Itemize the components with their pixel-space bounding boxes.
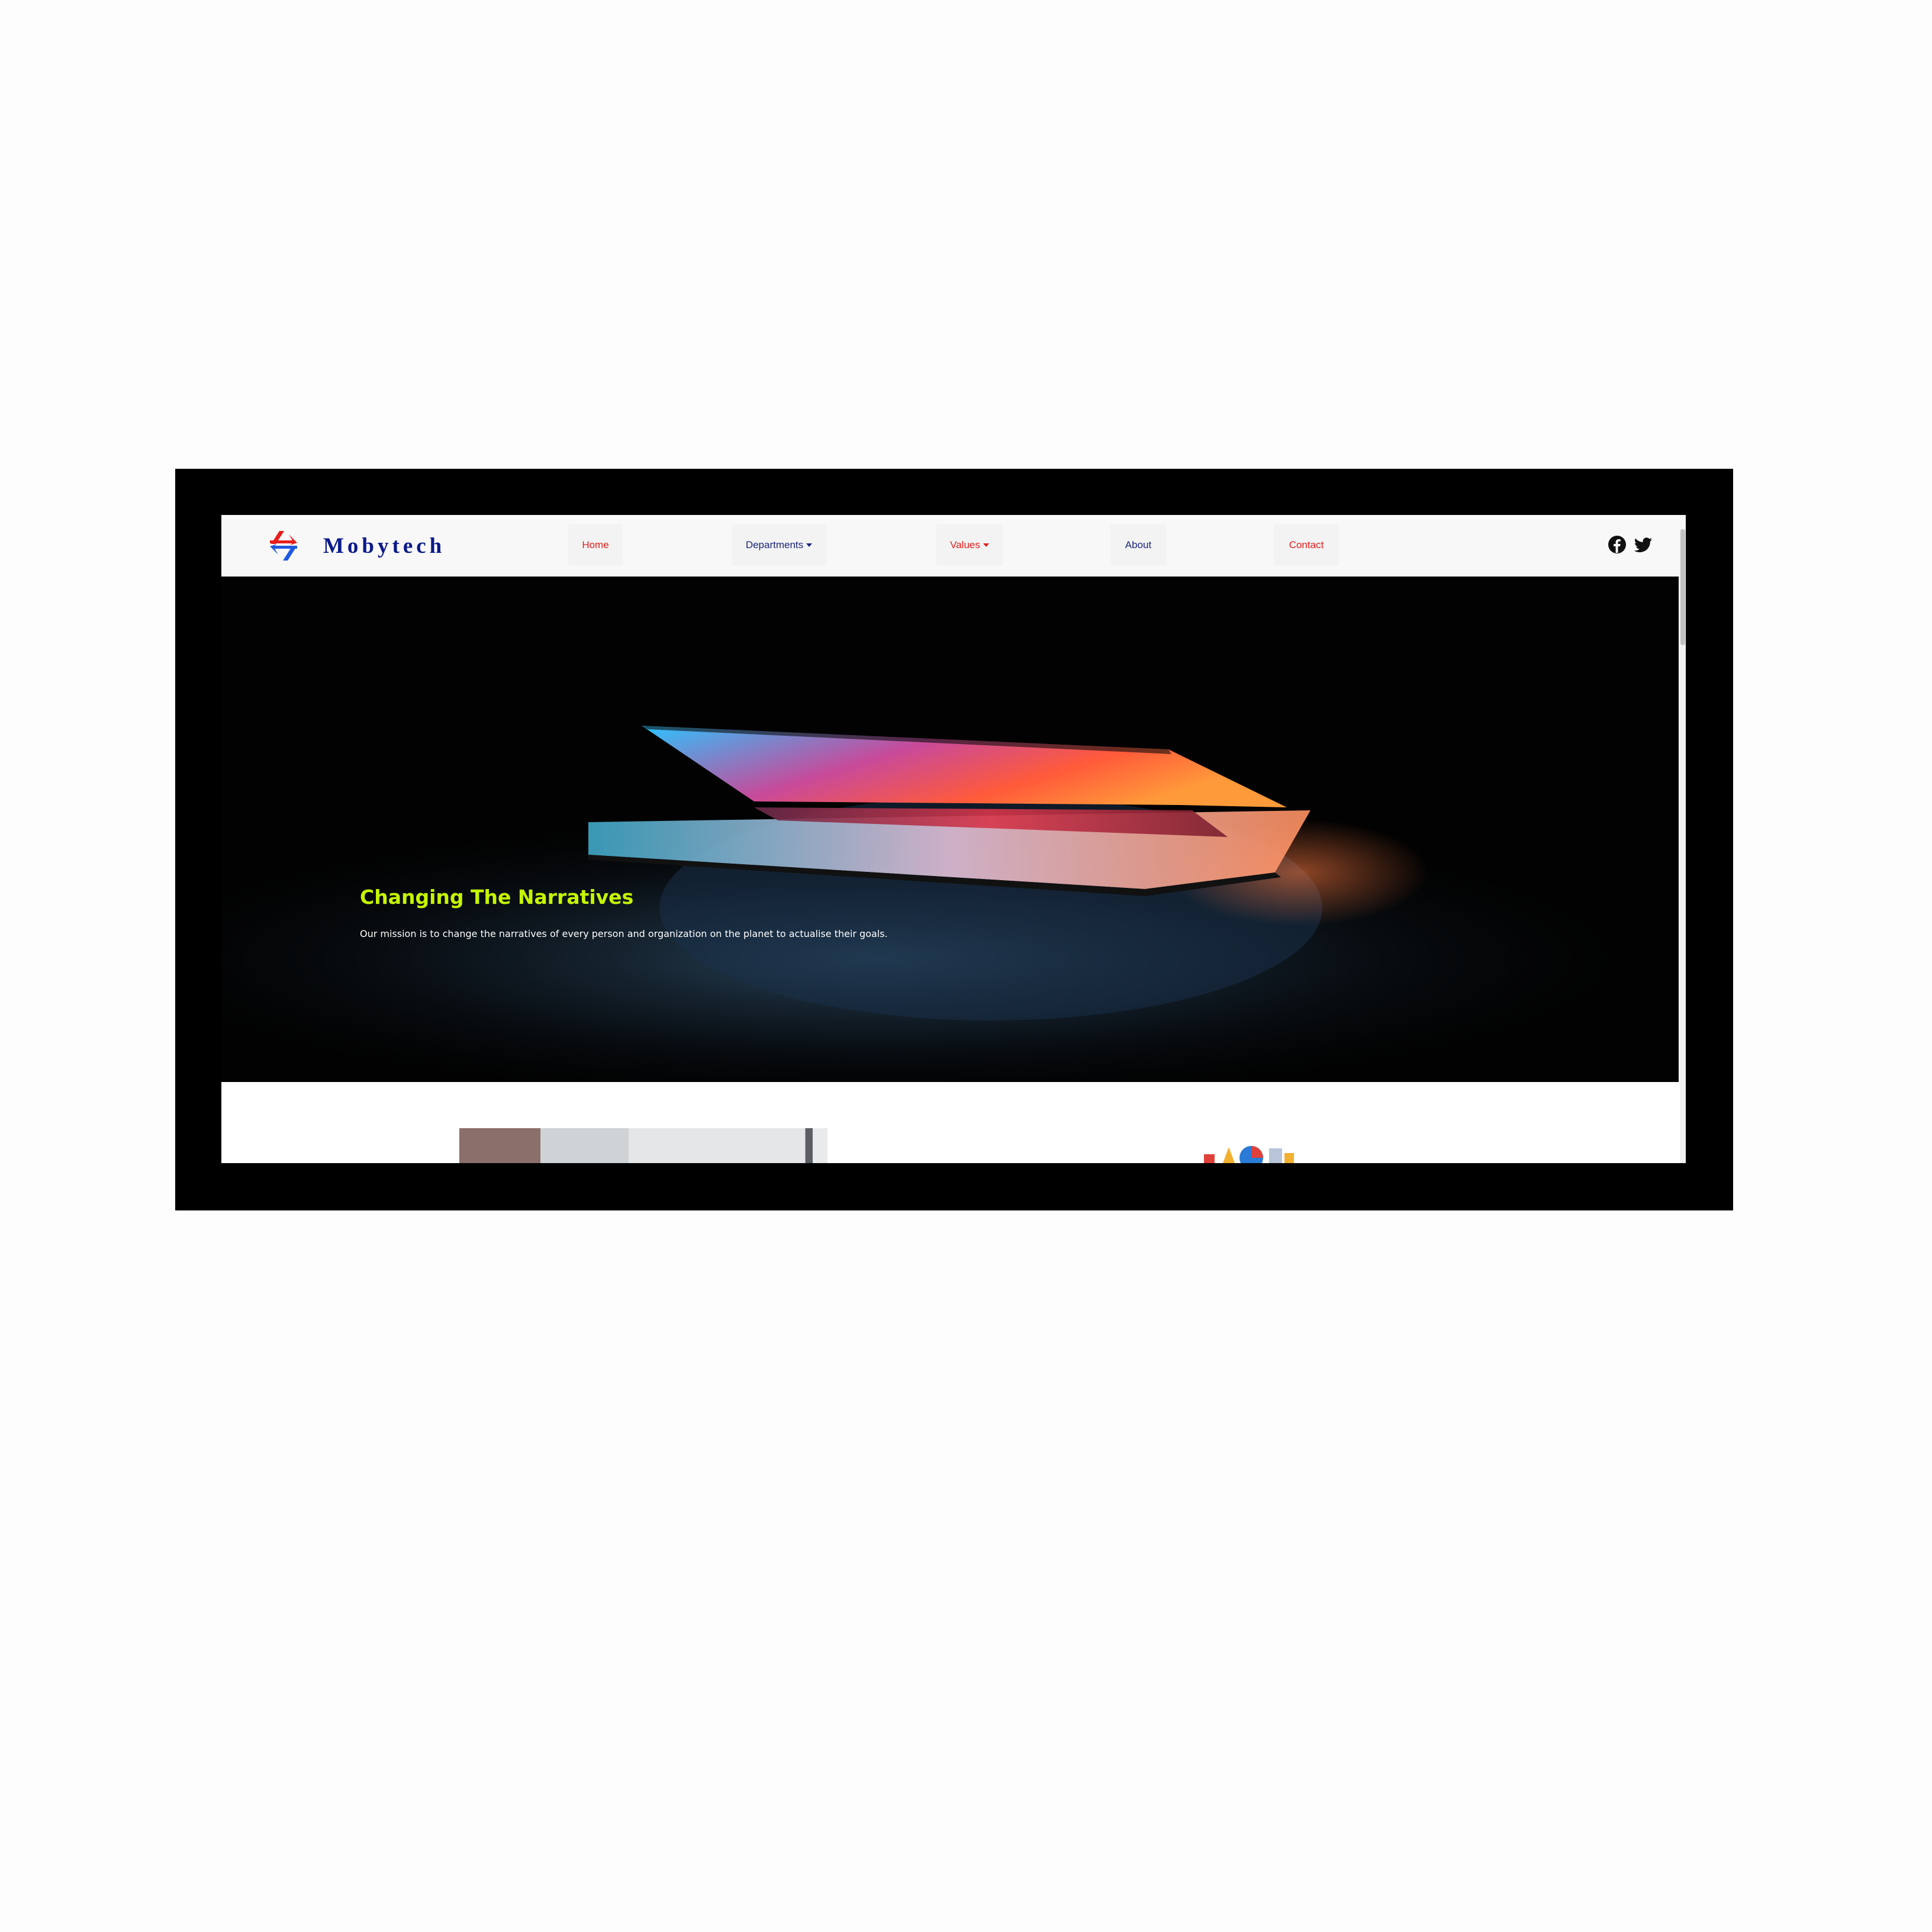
hero-banner: Changing The Narratives Our mission is t… xyxy=(221,577,1679,1082)
caret-down-icon xyxy=(806,543,813,547)
nav-home-label: Home xyxy=(582,539,609,550)
nav-departments[interactable]: Departments xyxy=(732,524,826,566)
scrollbar-thumb[interactable] xyxy=(1680,529,1685,645)
nav-departments-label: Departments xyxy=(745,539,804,550)
navbar: Mobytech Home Departments Values About C… xyxy=(221,515,1686,577)
social-links xyxy=(1608,535,1653,554)
nav-contact[interactable]: Contact xyxy=(1274,524,1339,566)
nav-about-label: About xyxy=(1125,539,1152,550)
screenshot-frame: Mobytech Home Departments Values About C… xyxy=(175,469,1733,1210)
brand-name: Mobytech xyxy=(323,533,446,558)
scrollbar[interactable] xyxy=(1680,529,1686,1163)
browser-viewport: Mobytech Home Departments Values About C… xyxy=(221,515,1686,1163)
swap-arrows-logo-icon xyxy=(270,531,297,561)
hero-text: Our mission is to change the narratives … xyxy=(360,928,888,939)
nav-contact-label: Contact xyxy=(1289,539,1324,550)
nav-values[interactable]: Values xyxy=(936,524,1003,566)
office-photo-thumbnail xyxy=(459,1128,827,1163)
twitter-icon[interactable] xyxy=(1634,535,1653,554)
analytics-illustration-thumbnail xyxy=(1204,1146,1294,1163)
nav-about[interactable]: About xyxy=(1110,524,1166,566)
brand[interactable]: Mobytech xyxy=(266,526,445,566)
nav-home[interactable]: Home xyxy=(568,524,623,566)
hero-heading: Changing The Narratives xyxy=(360,886,634,909)
caret-down-icon xyxy=(983,543,989,547)
facebook-icon[interactable] xyxy=(1608,535,1627,554)
glowing-laptop-image xyxy=(221,577,1679,1082)
nav-values-label: Values xyxy=(950,539,980,550)
